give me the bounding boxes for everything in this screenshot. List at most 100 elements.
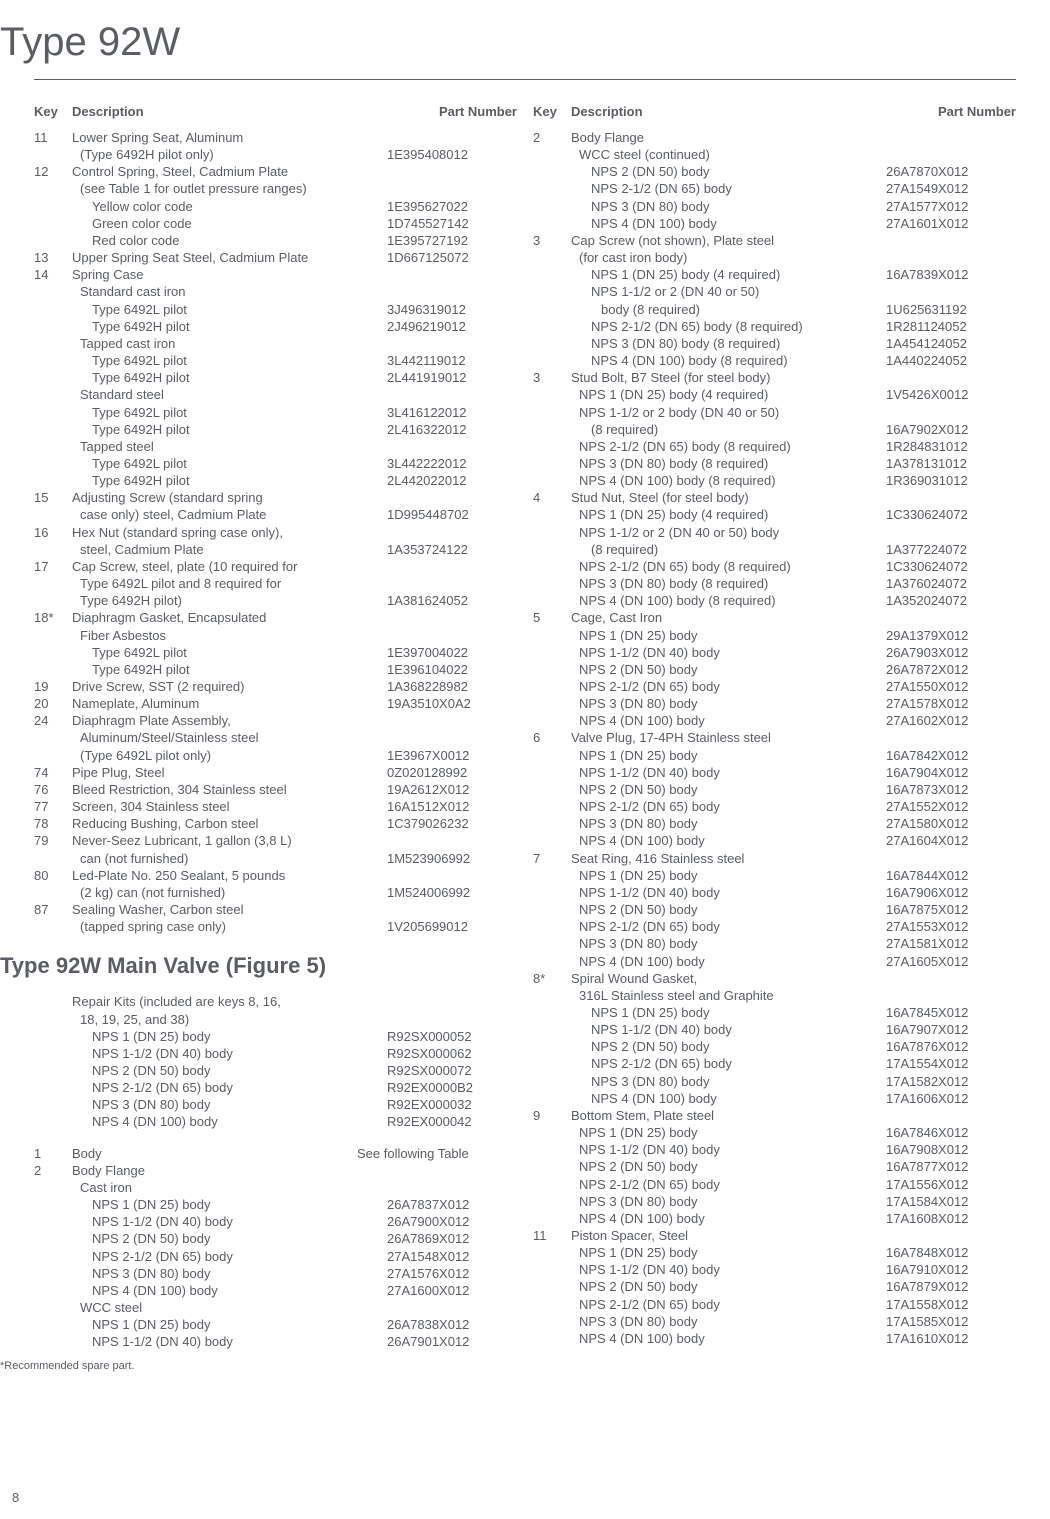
table-row: (for cast iron body) [533,249,1016,266]
table-row: NPS 1 (DN 25) body16A7846X012 [533,1124,1016,1141]
cell-description: NPS 4 (DN 100) body [72,1113,371,1130]
cell-part: 17A1606X012 [870,1090,1016,1107]
table-row: 316L Stainless steel and Graphite [533,987,1016,1004]
cell-key [533,1055,571,1072]
cell-part: 1D995448702 [371,506,517,523]
table-row: NPS 2-1/2 (DN 65) body17A1558X012 [533,1296,1016,1313]
cell-key: 16 [34,524,72,541]
cell-key [533,472,571,489]
table-row: NPS 4 (DN 100) body (8 required)1A440224… [533,352,1016,369]
cell-key [533,163,571,180]
cell-description: (Type 6492L pilot only) [72,747,371,764]
cell-part [870,524,1016,541]
table-row: NPS 2-1/2 (DN 65) body27A1549X012 [533,180,1016,197]
cell-description: 18, 19, 25, and 38) [72,1011,371,1028]
cell-part: 16A7910X012 [870,1261,1016,1278]
cell-description: Yellow color code [72,198,371,215]
cell-part: 1V205699012 [371,918,517,935]
cell-part [371,1299,517,1316]
cell-part [371,180,517,197]
cell-part: 3L442119012 [371,352,517,369]
cell-part: 1A353724122 [371,541,517,558]
cell-key [533,1124,571,1141]
cell-part [371,524,517,541]
cell-key [34,1011,72,1028]
cell-key [533,1004,571,1021]
cell-key: 1 [34,1145,72,1162]
table-row: Type 6492L pilot3L442119012 [34,352,517,369]
cell-description: NPS 3 (DN 80) body [571,815,870,832]
header-part: Part Number [387,104,517,119]
cell-description: NPS 2 (DN 50) body [571,1278,870,1295]
cell-key [34,335,72,352]
cell-key [34,215,72,232]
cell-description: NPS 3 (DN 80) body [72,1096,371,1113]
cell-key: 17 [34,558,72,575]
cell-description: NPS 2 (DN 50) body [72,1230,371,1247]
cell-part: 16A7844X012 [870,867,1016,884]
table-row: NPS 2-1/2 (DN 65) bodyR92EX0000B2 [34,1079,517,1096]
cell-description: Type 6492L pilot [72,301,371,318]
header-part: Part Number [886,104,1016,119]
cell-key [533,695,571,712]
table-row: 13Upper Spring Seat Steel, Cadmium Plate… [34,249,517,266]
table-row: NPS 1-1/2 (DN 40) body26A7903X012 [533,644,1016,661]
table-row: NPS 3 (DN 80) body27A1576X012 [34,1265,517,1282]
cell-part: 27A1553X012 [870,918,1016,935]
cell-description: NPS 2-1/2 (DN 65) body (8 required) [571,318,870,335]
cell-key: 74 [34,764,72,781]
cell-key [533,1176,571,1193]
cell-key [533,627,571,644]
cell-key: 24 [34,712,72,729]
cell-description: 316L Stainless steel and Graphite [571,987,870,1004]
cell-description: WCC steel (continued) [571,146,870,163]
table-row: NPS 2 (DN 50) body16A7879X012 [533,1278,1016,1295]
cell-key [34,1265,72,1282]
cell-part: 1E395727192 [371,232,517,249]
table-row: (8 required)1A377224072 [533,541,1016,558]
cell-key [34,369,72,386]
cell-part: 26A7869X012 [371,1230,517,1247]
cell-description: NPS 3 (DN 80) body (8 required) [571,335,870,352]
table-row: Type 6492H pilot2L441919012 [34,369,517,386]
table-row: NPS 1-1/2 (DN 40) body16A7907X012 [533,1021,1016,1038]
cell-part: See following Table [357,1145,517,1162]
cell-key: 8* [533,970,571,987]
cell-description: Stud Bolt, B7 Steel (for steel body) [571,369,870,386]
cell-key [533,180,571,197]
cell-part: 1A368228982 [371,678,517,695]
cell-part: 26A7838X012 [371,1316,517,1333]
cell-description: Type 6492H pilot [72,661,371,678]
cell-description: Upper Spring Seat Steel, Cadmium Plate [72,249,371,266]
cell-part: 27A1604X012 [870,832,1016,849]
cell-description: case only) steel, Cadmium Plate [72,506,371,523]
table-header: Key Description Part Number [34,104,517,119]
cell-key [533,1021,571,1038]
cell-description: Fiber Asbestos [72,627,371,644]
cell-part [870,609,1016,626]
table-row: 11Piston Spacer, Steel [533,1227,1016,1244]
table-row: NPS 1-1/2 or 2 body (DN 40 or 50) [533,404,1016,421]
table-row: NPS 4 (DN 100) body27A1602X012 [533,712,1016,729]
cell-description: Nameplate, Aluminum [72,695,371,712]
cell-part: 16A7848X012 [870,1244,1016,1261]
cell-description: can (not furnished) [72,850,371,867]
cell-part: 16A7876X012 [870,1038,1016,1055]
cell-key: 2 [34,1162,72,1179]
cell-part [371,575,517,592]
cell-part: 1C379026232 [371,815,517,832]
cell-description: NPS 1-1/2 (DN 40) body [571,1021,870,1038]
cell-key [34,301,72,318]
cell-description: Cap Screw, steel, plate (10 required for [72,558,371,575]
cell-key [34,592,72,609]
table-row: NPS 4 (DN 100) body27A1601X012 [533,215,1016,232]
cell-description: NPS 4 (DN 100) body [571,1330,870,1347]
cell-key [533,1193,571,1210]
cell-part: 1U625631192 [870,301,1016,318]
cell-key [34,661,72,678]
cell-part: 16A7902X012 [870,421,1016,438]
cell-key [533,884,571,901]
header-description: Description [571,104,886,119]
table-row: NPS 3 (DN 80) body27A1578X012 [533,695,1016,712]
cell-part: 1E395408012 [371,146,517,163]
